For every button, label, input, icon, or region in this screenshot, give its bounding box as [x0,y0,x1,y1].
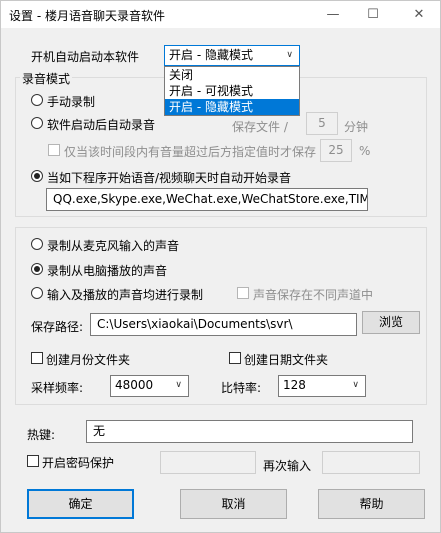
password-protect-label: 开启密码保护 [42,456,115,470]
record-mode-legend: 录音模式 [20,70,73,87]
hotkey-input[interactable]: 无 [86,420,413,443]
startup-select[interactable]: 开启 - 隐藏模式 ∨ [164,45,300,66]
startup-option-visible[interactable]: 开启 - 可视模式 [165,83,299,99]
bitrate-value: 128 [283,378,306,392]
on-program-record-radio[interactable] [31,170,43,182]
date-folder-label: 创建日期文件夹 [244,353,329,367]
help-button[interactable]: 帮助 [318,489,425,519]
mic-record-label: 录制从麦克风输入的声音 [47,239,180,253]
volume-threshold-input[interactable]: 25 [320,139,352,162]
password-confirm-input[interactable] [322,451,420,474]
hotkey-label: 热键: [27,428,56,442]
playback-record-label: 录制从电脑播放的声音 [47,264,168,278]
month-folder-label: 创建月份文件夹 [46,353,131,367]
chevron-down-icon: ∨ [352,380,359,390]
close-icon[interactable]: ✕ [405,5,433,25]
startup-selected-value: 开启 - 隐藏模式 [169,48,253,62]
save-path-input[interactable]: C:\Users\xiaokai\Documents\svr\ [90,313,357,336]
startup-option-off[interactable]: 关闭 [165,67,299,83]
chevron-down-icon: ∨ [286,50,293,60]
sample-rate-label: 采样频率: [31,381,84,395]
playback-record-radio[interactable] [31,263,43,275]
bitrate-select[interactable]: 128 ∨ [278,375,366,397]
both-record-label: 输入及播放的声音均进行录制 [47,288,204,302]
bitrate-label: 比特率: [221,381,262,395]
password-protect-checkbox[interactable] [27,455,39,467]
program-list-input[interactable]: QQ.exe,Skype.exe,WeChat.exe,WeChatStore.… [46,188,368,211]
startup-option-hidden[interactable]: 开启 - 隐藏模式 [165,99,299,115]
ok-button[interactable]: 确定 [27,489,134,519]
manual-record-label: 手动录制 [47,95,96,109]
minimize-icon[interactable]: — [319,5,347,25]
maximize-icon[interactable]: ☐ [359,5,387,25]
save-minutes-input[interactable]: 5 [306,112,338,135]
window-title: 设置 - 楼月语音聊天录音软件 [9,9,165,23]
separate-channel-checkbox[interactable] [237,287,249,299]
cancel-button[interactable]: 取消 [180,489,287,519]
save-path-label: 保存路径: [31,320,84,334]
mic-record-radio[interactable] [31,238,43,250]
percent-unit: % [359,144,371,158]
browse-button[interactable]: 浏览 [362,311,420,334]
sample-rate-value: 48000 [115,378,154,392]
auto-start-record-label: 软件启动后自动录音 [47,118,156,132]
title-bar: 设置 - 楼月语音聊天录音软件 — ☐ ✕ [0,0,441,28]
volume-threshold-checkbox[interactable] [48,144,60,156]
month-folder-checkbox[interactable] [31,352,43,364]
password-input[interactable] [160,451,256,474]
startup-label: 开机自动启动本软件 [31,50,140,64]
chevron-down-icon: ∨ [175,380,182,390]
sample-rate-select[interactable]: 48000 ∨ [110,375,189,397]
startup-dropdown-list: 关闭 开启 - 可视模式 开启 - 隐藏模式 [164,66,300,116]
separate-channel-label: 声音保存在不同声道中 [253,288,374,302]
manual-record-radio[interactable] [31,94,43,106]
password-reenter-label: 再次输入 [263,459,312,473]
on-program-record-label: 当如下程序开始语音/视频聊天时自动开始录音 [47,171,292,185]
date-folder-checkbox[interactable] [229,352,241,364]
volume-threshold-label: 仅当该时间段内有音量超过后方指定值时才保存 [64,145,317,159]
auto-start-record-radio[interactable] [31,117,43,129]
minutes-unit: 分钟 [344,120,369,134]
both-record-radio[interactable] [31,287,43,299]
save-file-label: 保存文件 / [232,120,288,134]
